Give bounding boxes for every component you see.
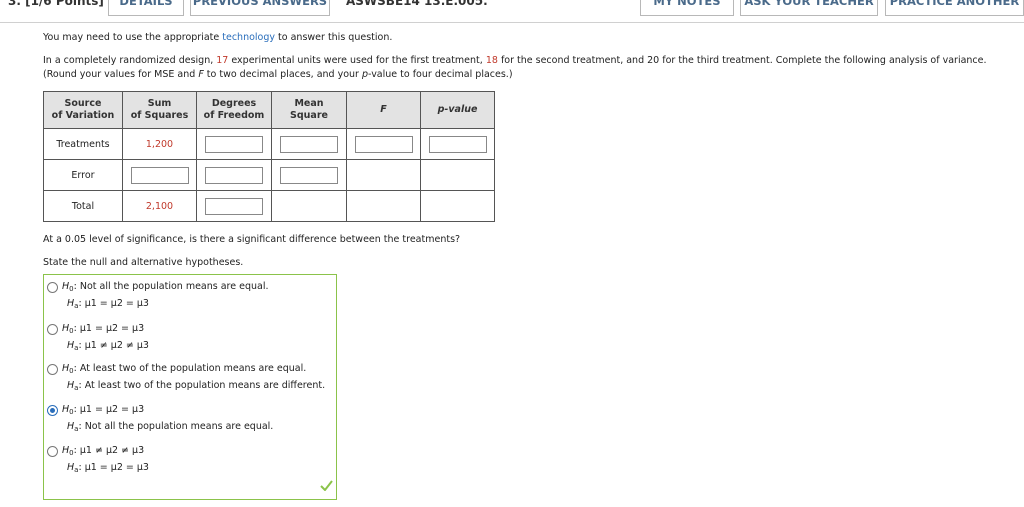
error-ss-input[interactable] [130, 166, 189, 184]
problem-text-3: for the second treatment, and 20 for the… [497, 55, 987, 66]
choice-3-ha: At least two of the population means are… [84, 380, 326, 391]
error-p-empty [420, 159, 495, 191]
choice-2-h0: μ1 = μ2 = μ3 [79, 323, 145, 334]
hypotheses-prompt: State the null and alternative hypothese… [43, 257, 244, 268]
total-row: Total 2,100 [43, 190, 495, 222]
anova-header-row: Source of Variation Sum of Squares Degrees… [43, 91, 495, 129]
error-row: Error [43, 159, 495, 191]
f-input[interactable] [354, 135, 413, 153]
choice-5-h0: μ1 ≠ μ2 ≠ μ3 [79, 445, 145, 456]
choice-5-radio[interactable] [47, 446, 58, 457]
first-treatment-count: 17 [216, 55, 229, 66]
choice-3-h0: At least two of the population means are… [79, 363, 307, 374]
intro-prefix: You may need to use the appropriate [43, 32, 223, 43]
rounding-text-2: to two decimal places, and your [203, 69, 362, 80]
choice-4-radio-selected[interactable] [47, 405, 58, 416]
total-df-input[interactable] [205, 197, 263, 215]
error-label: Error [43, 159, 123, 191]
previous-answers-button[interactable]: PREVIOUS ANSWERS [190, 0, 330, 16]
problem-text-2: experimental units were used for the fir… [228, 55, 486, 66]
details-button[interactable]: DETAILS [108, 0, 184, 16]
total-label: Total [43, 190, 123, 222]
treatments-df-input[interactable] [205, 135, 263, 153]
error-ms-input[interactable] [280, 166, 338, 184]
my-notes-button[interactable]: MY NOTES [640, 0, 734, 16]
problem-code: ASWSBE14 13.E.005. [346, 0, 488, 8]
header-sum-of-squares: Sum of Squares [122, 91, 197, 129]
hypotheses-choices: H0: Not all the population means are equ… [43, 274, 337, 500]
treatments-label: Treatments [43, 128, 123, 160]
choice-1-ha: μ1 = μ2 = μ3 [84, 298, 149, 309]
rounding-text-1: (Round your values for MSE and [43, 69, 199, 80]
choice-4-h0: μ1 = μ2 = μ3 [79, 404, 145, 415]
treatments-ms-input[interactable] [280, 135, 338, 153]
choice-5-ha: μ1 = μ2 = μ3 [84, 462, 149, 473]
ask-teacher-button[interactable]: ASK YOUR TEACHER [740, 0, 878, 16]
header-f: F [346, 91, 421, 129]
rounding-instructions: (Round your values for MSE and F to two … [43, 69, 513, 80]
technology-link[interactable]: technology [222, 32, 275, 43]
question-number: 3. [1/6 Points] [8, 0, 104, 8]
header-degrees-of-freedom: Degrees of Freedom [196, 91, 272, 129]
problem-text-1: In a completely randomized design, [43, 55, 217, 66]
treatments-row: Treatments 1,200 [43, 128, 495, 160]
header-source: Source of Variation [43, 91, 123, 129]
top-bar: 3. [1/6 Points] DETAILS PREVIOUS ANSWERS… [0, 0, 1024, 23]
total-ss-value: 2,100 [122, 190, 197, 222]
significance-question: At a 0.05 level of significance, is ther… [43, 234, 461, 245]
total-p-empty [420, 190, 495, 222]
choice-4-ha: Not all the population means are equal. [84, 421, 274, 432]
p-value-input[interactable] [428, 135, 487, 153]
problem-statement: In a completely randomized design, 17 ex… [43, 55, 987, 66]
error-f-empty [346, 159, 421, 191]
total-f-empty [346, 190, 421, 222]
anova-table: Source of Variation Sum of Squares Degrees… [43, 91, 495, 222]
choice-2-radio[interactable] [47, 324, 58, 335]
second-treatment-count: 18 [485, 55, 498, 66]
choice-1-radio[interactable] [47, 282, 58, 293]
check-icon [320, 480, 333, 491]
choice-1-h0: Not all the population means are equal. [79, 281, 269, 292]
treatments-ss-value: 1,200 [122, 128, 197, 160]
error-df-input[interactable] [205, 166, 263, 184]
intro-text: You may need to use the appropriate tech… [43, 32, 392, 43]
choice-2-ha: μ1 ≠ μ2 ≠ μ3 [84, 340, 149, 351]
total-ms-empty [271, 190, 347, 222]
header-mean-square: Mean Square [271, 91, 347, 129]
intro-suffix: to answer this question. [275, 32, 393, 43]
choice-3-radio[interactable] [47, 364, 58, 375]
practice-another-button[interactable]: PRACTICE ANOTHER [885, 0, 1024, 16]
header-p-value: p-value [420, 91, 495, 129]
rounding-text-3: -value to four decimal places.) [368, 69, 513, 80]
